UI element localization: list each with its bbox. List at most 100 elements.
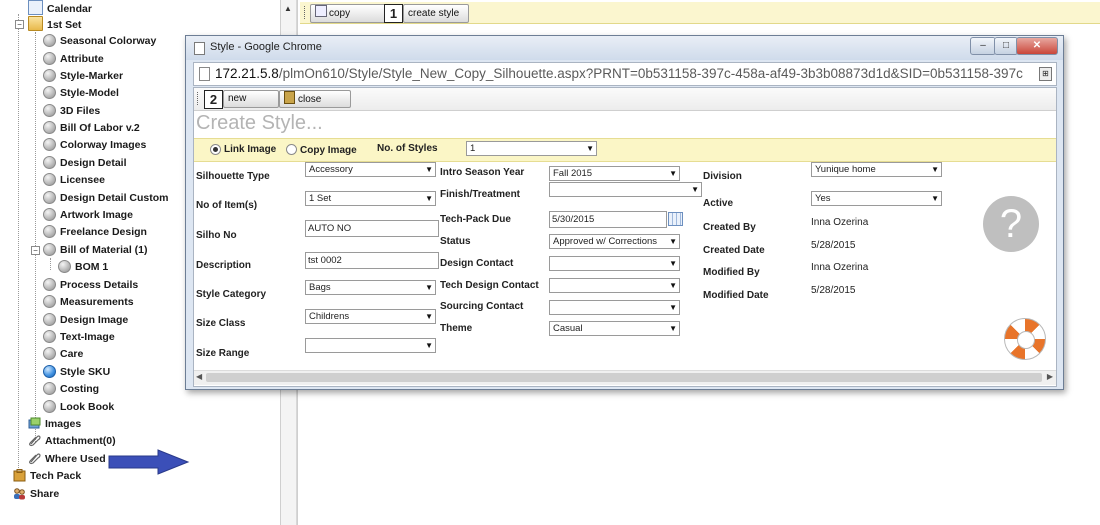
silho-no-label: Silho No <box>196 230 237 241</box>
tree-item-artwork-image[interactable]: Artwork Image <box>43 207 133 224</box>
chevron-down-icon: ▼ <box>425 165 433 174</box>
tree-item-care[interactable]: Care <box>43 346 83 363</box>
step-marker-2: 2 <box>204 90 223 109</box>
no-of-items-select[interactable]: 1 Set ▼ <box>305 191 436 206</box>
tree-item-1st-set[interactable]: 1st Set <box>28 16 81 33</box>
tree-item-bill-of-labor[interactable]: Bill Of Labor v.2 <box>43 120 140 137</box>
sourcing-contact-select[interactable]: ▼ <box>549 300 680 315</box>
new-button[interactable]: new <box>223 90 279 108</box>
tree-item-calendar[interactable]: Calendar <box>28 0 92 17</box>
collapse-arrow-icon[interactable]: ▲ <box>284 4 292 13</box>
intro-season-year-select[interactable]: Fall 2015 ▼ <box>549 166 680 181</box>
no-of-styles-select[interactable]: 1 ▼ <box>466 141 597 156</box>
close-button[interactable]: close <box>279 90 351 108</box>
active-label: Active <box>703 198 734 209</box>
tree-item-design-detail-custom[interactable]: Design Detail Custom <box>43 190 169 207</box>
selected-node-ball-icon <box>43 365 56 378</box>
modified-date-value: 5/28/2015 <box>811 285 856 296</box>
status-select[interactable]: Approved w/ Corrections ▼ <box>549 234 680 249</box>
images-icon <box>28 417 41 430</box>
scroll-left-icon[interactable]: ◀ <box>196 372 202 381</box>
minimize-button[interactable]: – <box>970 37 996 55</box>
collapse-toggle[interactable]: − <box>15 20 24 29</box>
design-contact-select[interactable]: ▼ <box>549 256 680 271</box>
node-ball-icon <box>43 382 56 395</box>
horizontal-scrollbar[interactable]: ◀ ▶ <box>194 370 1056 385</box>
tree-item-attribute[interactable]: Attribute <box>43 51 104 68</box>
tech-pack-due-input[interactable]: 5/30/2015 <box>549 211 667 228</box>
chevron-down-icon: ▼ <box>691 185 699 194</box>
finish-treatment-select[interactable]: ▼ <box>549 182 702 197</box>
tree-item-design-image[interactable]: Design Image <box>43 312 128 329</box>
scroll-right-icon[interactable]: ▶ <box>1047 372 1053 381</box>
tree-item-freelance-design[interactable]: Freelance Design <box>43 224 147 241</box>
tree-item-seasonal-colorway[interactable]: Seasonal Colorway <box>43 33 156 50</box>
tree-item-images[interactable]: Images <box>28 416 81 433</box>
scrollbar-thumb[interactable] <box>206 373 1042 382</box>
tree-item-process-details[interactable]: Process Details <box>43 277 138 294</box>
tree-item-attachment[interactable]: Attachment(0) <box>28 433 116 450</box>
link-image-radio[interactable] <box>210 144 221 155</box>
tree-item-licensee[interactable]: Licensee <box>43 172 105 189</box>
style-category-select[interactable]: Bags ▼ <box>305 280 436 295</box>
tree-connector <box>18 14 19 476</box>
tree-item-3d-files[interactable]: 3D Files <box>43 103 100 120</box>
tree-item-design-detail[interactable]: Design Detail <box>43 155 127 172</box>
collapse-toggle[interactable]: − <box>31 246 40 255</box>
select-value: Yunique home <box>815 164 876 175</box>
page-title: Create Style... <box>196 112 323 134</box>
copy-image-radio[interactable] <box>286 144 297 155</box>
tree-item-colorway-images[interactable]: Colorway Images <box>43 137 146 154</box>
copy-button[interactable]: copy <box>310 4 388 23</box>
paperclip-icon <box>28 434 41 447</box>
tree-item-style-model[interactable]: Style-Model <box>43 85 119 102</box>
close-label: close <box>298 94 322 105</box>
node-ball-icon <box>58 260 71 273</box>
tree-item-costing[interactable]: Costing <box>43 381 99 398</box>
tree-item-look-book[interactable]: Look Book <box>43 399 114 416</box>
theme-select[interactable]: Casual ▼ <box>549 321 680 336</box>
tree-item-where-used[interactable]: Where Used <box>28 451 106 468</box>
tree-item-style-marker[interactable]: Style-Marker <box>43 68 123 85</box>
calendar-picker-icon[interactable] <box>668 212 683 226</box>
select-value: Childrens <box>309 311 350 322</box>
toolbar-grip[interactable] <box>197 92 200 105</box>
tree-item-bom-1[interactable]: BOM 1 <box>58 259 108 276</box>
toolbar-grip[interactable] <box>304 6 307 19</box>
chevron-down-icon: ▼ <box>669 303 677 312</box>
address-bar[interactable]: 172.21.5.8/plmOn610/Style/Style_New_Copy… <box>193 62 1057 86</box>
description-input[interactable]: tst 0002 <box>305 252 439 269</box>
step-marker-1: 1 <box>384 4 403 23</box>
silhouette-type-select[interactable]: Accessory ▼ <box>305 162 436 177</box>
close-window-button[interactable]: ✕ <box>1016 37 1058 55</box>
style-popup-window: Style - Google Chrome – □ ✕ 172.21.5.8/p… <box>185 35 1064 390</box>
support-lifebuoy-icon[interactable] <box>1004 318 1046 360</box>
tree-item-measurements[interactable]: Measurements <box>43 294 134 311</box>
translate-icon[interactable]: ⊞ <box>1039 67 1052 81</box>
tree-item-bill-of-material[interactable]: Bill of Material (1) <box>43 242 148 259</box>
window-title: Style - Google Chrome <box>210 41 322 53</box>
tree-item-label: Look Book <box>60 401 115 413</box>
tree-item-label: Design Detail <box>60 157 127 169</box>
tree-item-label: Where Used <box>45 453 106 465</box>
size-class-select[interactable]: Childrens ▼ <box>305 309 436 324</box>
create-style-button[interactable]: create style <box>403 4 469 23</box>
tree-item-share[interactable]: Share <box>13 486 59 503</box>
tech-design-contact-select[interactable]: ▼ <box>549 278 680 293</box>
node-ball-icon <box>43 243 56 256</box>
annotation-arrow-icon <box>108 449 190 475</box>
division-select[interactable]: Yunique home ▼ <box>811 162 942 177</box>
help-icon[interactable]: ? <box>983 196 1039 252</box>
tree-item-tech-pack[interactable]: Tech Pack <box>13 468 81 485</box>
paperclip-icon <box>28 452 41 465</box>
active-select[interactable]: Yes ▼ <box>811 191 942 206</box>
window-titlebar[interactable]: Style - Google Chrome – □ ✕ <box>186 36 1063 60</box>
maximize-button[interactable]: □ <box>994 37 1018 55</box>
tree-item-text-image[interactable]: Text-Image <box>43 329 115 346</box>
tree-item-style-sku[interactable]: Style SKU <box>43 364 110 381</box>
silho-no-input[interactable]: AUTO NO <box>305 220 439 237</box>
created-date-label: Created Date <box>703 245 765 256</box>
description-label: Description <box>196 260 252 271</box>
size-range-select[interactable]: ▼ <box>305 338 436 353</box>
tree-item-label: Design Image <box>60 314 129 326</box>
